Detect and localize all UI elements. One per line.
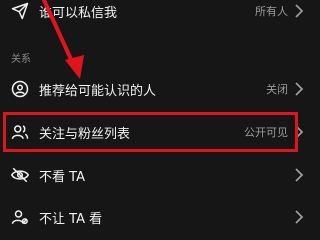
settings-row-label: 推荐给可能认识的人: [39, 83, 157, 99]
highlight-box: [3, 112, 298, 152]
settings-row-private-message[interactable]: 谁可以私信我 所有人: [0, 0, 320, 31]
settings-row-hide-ta[interactable]: 不看 TA: [0, 155, 320, 195]
chevron-right-icon: [295, 210, 304, 224]
settings-row-recommend[interactable]: 推荐给可能认识的人 关闭: [0, 69, 320, 109]
user-circle-icon: [10, 79, 30, 99]
section-header: 关系: [11, 54, 31, 65]
settings-row-block-ta[interactable]: 不让 TA 看: [0, 197, 320, 237]
settings-row-value: 关闭: [266, 83, 288, 96]
settings-row-label: 不让 TA 看: [39, 211, 103, 227]
chevron-right-icon: [295, 82, 304, 96]
settings-row-label: 谁可以私信我: [39, 5, 118, 21]
chevron-right-icon: [295, 168, 304, 182]
chevron-right-icon: [295, 4, 304, 18]
send-icon: [10, 1, 30, 21]
eye-off-icon: [10, 165, 30, 185]
settings-row-label: 不看 TA: [39, 169, 85, 185]
settings-row-value: 所有人: [255, 5, 288, 18]
user-block-icon: [10, 207, 30, 227]
